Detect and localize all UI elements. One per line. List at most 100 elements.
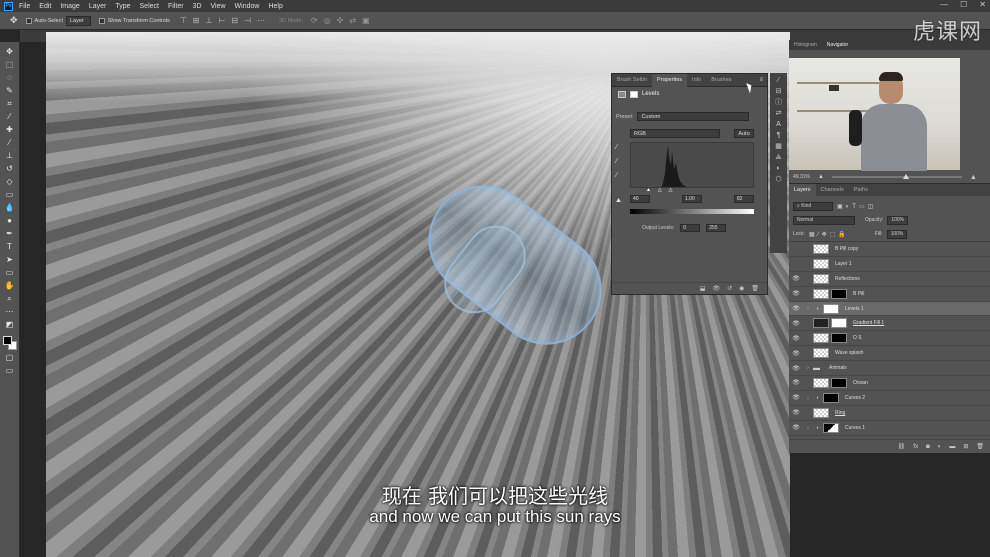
align-middle-icon[interactable]: ⊞ bbox=[193, 16, 200, 25]
layer-row-reflections[interactable]: 👁 Reflections bbox=[789, 272, 990, 287]
swatches-icon[interactable]: ▦ bbox=[775, 143, 782, 150]
layer-mask-thumbnail[interactable] bbox=[831, 333, 847, 344]
lock-icons[interactable]: ▦⁄✥⬚🔒 bbox=[809, 231, 849, 238]
visibility-toggle[interactable]: 👁 bbox=[789, 260, 803, 267]
align-top-icon[interactable]: ⊤ bbox=[180, 16, 187, 25]
history-brush-icon[interactable]: ↺ bbox=[3, 163, 17, 174]
visibility-toggle[interactable]: 👁 bbox=[789, 275, 803, 282]
input-gamma-field[interactable]: 1.00 bbox=[682, 195, 702, 203]
visibility-toggle[interactable]: 👁 bbox=[789, 245, 803, 252]
dodge-icon[interactable]: ● bbox=[3, 215, 17, 226]
zoom-slider-knob[interactable] bbox=[903, 174, 910, 179]
distribute-icon[interactable]: ⋯ bbox=[257, 16, 265, 25]
layer-row-ring[interactable]: 👁 Ring bbox=[789, 406, 990, 421]
default-colors-icon[interactable]: ◩ bbox=[3, 319, 17, 330]
input-black-field[interactable]: 40 bbox=[630, 195, 650, 203]
healing-brush-icon[interactable]: ✚ bbox=[3, 124, 17, 135]
properties-icon[interactable]: ⊟ bbox=[776, 88, 782, 95]
blur-icon[interactable]: 💧 bbox=[3, 202, 17, 213]
show-transform-checkbox[interactable] bbox=[98, 17, 105, 24]
quick-select-icon[interactable]: ✎ bbox=[3, 85, 17, 96]
tab-brush-settings[interactable]: Brush Settin bbox=[612, 74, 652, 87]
black-point-eyedropper-icon[interactable]: ⁄ bbox=[616, 144, 617, 151]
menu-type[interactable]: Type bbox=[115, 3, 130, 10]
new-layer-icon[interactable]: ⊞ bbox=[963, 443, 968, 450]
output-black-field[interactable]: 0 bbox=[680, 224, 701, 232]
3d-icon[interactable]: ⬡ bbox=[775, 176, 781, 183]
zoom-out-icon[interactable]: ▲ bbox=[818, 174, 824, 180]
zoom-in-icon[interactable]: ▲ bbox=[970, 174, 977, 181]
close-icon[interactable]: ✕ bbox=[979, 0, 986, 9]
brush-icon[interactable]: ⁄ bbox=[3, 137, 17, 148]
layer-row-gradient-fill-1[interactable]: 👁 Gradient Fill 1 bbox=[789, 316, 990, 332]
layer-mask-thumbnail[interactable] bbox=[831, 318, 847, 329]
mask-icon[interactable] bbox=[630, 90, 638, 98]
blend-mode-select[interactable]: Normal bbox=[793, 215, 855, 225]
more-tools-icon[interactable]: ⋯ bbox=[3, 306, 17, 317]
layer-mask-thumbnail[interactable] bbox=[823, 303, 839, 314]
output-white-field[interactable]: 255 bbox=[706, 224, 727, 232]
tab-navigator[interactable]: Navigator bbox=[822, 42, 853, 48]
align-right-icon[interactable]: ⊣ bbox=[244, 16, 251, 25]
hand-icon[interactable]: ✋ bbox=[3, 280, 17, 291]
new-group-icon[interactable]: ▬ bbox=[949, 444, 955, 450]
tab-channels[interactable]: Channels bbox=[816, 184, 849, 196]
delete-layer-icon[interactable]: 🗑 bbox=[976, 443, 984, 450]
layer-mask-thumbnail[interactable] bbox=[823, 392, 839, 403]
layer-row-curves-2[interactable]: 👁 ↓ ◐ Curves 2 bbox=[789, 391, 990, 406]
align-left-icon[interactable]: ⊢ bbox=[218, 16, 225, 25]
paragraph-icon[interactable]: ¶ bbox=[777, 132, 781, 139]
new-adjustment-icon[interactable]: ◐ bbox=[938, 444, 942, 450]
layer-mask-thumbnail[interactable] bbox=[831, 377, 847, 388]
clipping-icon[interactable]: ⛰ bbox=[616, 198, 621, 205]
gray-point-eyedropper-icon[interactable]: ⁄ bbox=[616, 158, 617, 165]
minimize-icon[interactable]: — bbox=[940, 0, 948, 9]
character-icon[interactable]: A bbox=[776, 121, 781, 128]
visibility-toggle[interactable]: 👁 bbox=[789, 379, 803, 386]
panel-menu-icon[interactable]: ≡ bbox=[759, 77, 767, 83]
brush-settings-icon[interactable]: ⁄ bbox=[778, 77, 779, 84]
rectangle-icon[interactable]: ▭ bbox=[3, 267, 17, 278]
tab-brushes[interactable]: Brushes bbox=[706, 74, 736, 87]
auto-select-target-select[interactable]: Layer bbox=[65, 15, 91, 26]
type-icon[interactable]: T bbox=[3, 241, 17, 252]
layer-row-levels-1[interactable]: 👁 ↓ ◐ Levels 1 bbox=[789, 301, 990, 317]
tab-properties[interactable]: Properties bbox=[651, 73, 688, 87]
visibility-toggle[interactable]: 👁 bbox=[789, 365, 803, 372]
layer-mask-thumbnail[interactable] bbox=[831, 288, 847, 299]
foreground-color[interactable] bbox=[2, 336, 12, 345]
tab-histogram[interactable]: Histogram bbox=[789, 42, 822, 48]
visibility-toggle[interactable]: 👁 bbox=[789, 424, 803, 431]
color-swatches[interactable] bbox=[2, 336, 17, 350]
visibility-toggle[interactable]: 👁 bbox=[789, 305, 803, 312]
pen-icon[interactable]: ✒ bbox=[3, 228, 17, 239]
marquee-icon[interactable]: ⬚ bbox=[3, 59, 17, 70]
zoom-slider[interactable] bbox=[831, 174, 962, 179]
fill-field[interactable]: 100% bbox=[886, 229, 908, 239]
opacity-field[interactable]: 100% bbox=[887, 215, 909, 225]
adjust-icon[interactable]: ⇄ bbox=[776, 110, 782, 117]
filter-icons[interactable]: ▣◐T▭◫ bbox=[837, 203, 876, 210]
align-center-icon[interactable]: ⊟ bbox=[231, 16, 238, 25]
layer-row-layer-1[interactable]: 👁 Layer 1 bbox=[789, 257, 990, 272]
layer-row-b-pill-copy[interactable]: 👁 B Pill copy bbox=[789, 242, 990, 257]
styles-icon[interactable]: ⟁ bbox=[775, 154, 781, 161]
layer-row-o-s[interactable]: 👁 O S bbox=[789, 331, 990, 347]
maximize-icon[interactable]: ☐ bbox=[960, 0, 967, 9]
path-select-icon[interactable]: ➤ bbox=[3, 254, 17, 265]
zoom-icon[interactable]: ⌕ bbox=[3, 293, 17, 304]
eyedropper-icon[interactable]: ⁄ bbox=[3, 111, 17, 122]
menu-layer[interactable]: Layer bbox=[89, 3, 107, 10]
channel-select[interactable]: RGB bbox=[630, 129, 720, 138]
align-bottom-icon[interactable]: ⊥ bbox=[205, 16, 212, 25]
menu-edit[interactable]: Edit bbox=[39, 3, 51, 10]
gradient-icon[interactable]: ▭ bbox=[3, 189, 17, 200]
visibility-toggle[interactable]: 👁 bbox=[789, 290, 803, 297]
layer-mask-thumbnail[interactable] bbox=[823, 422, 839, 433]
delete-icon[interactable]: 🗑 bbox=[751, 285, 759, 292]
input-white-field[interactable]: 82 bbox=[734, 195, 754, 203]
auto-button[interactable]: Auto bbox=[734, 129, 754, 138]
tab-paths[interactable]: Paths bbox=[849, 184, 873, 196]
layer-row-animals[interactable]: 👁 › ▬ Animals bbox=[789, 361, 990, 377]
3d-rotate-icon[interactable]: ⟳ bbox=[311, 16, 318, 25]
